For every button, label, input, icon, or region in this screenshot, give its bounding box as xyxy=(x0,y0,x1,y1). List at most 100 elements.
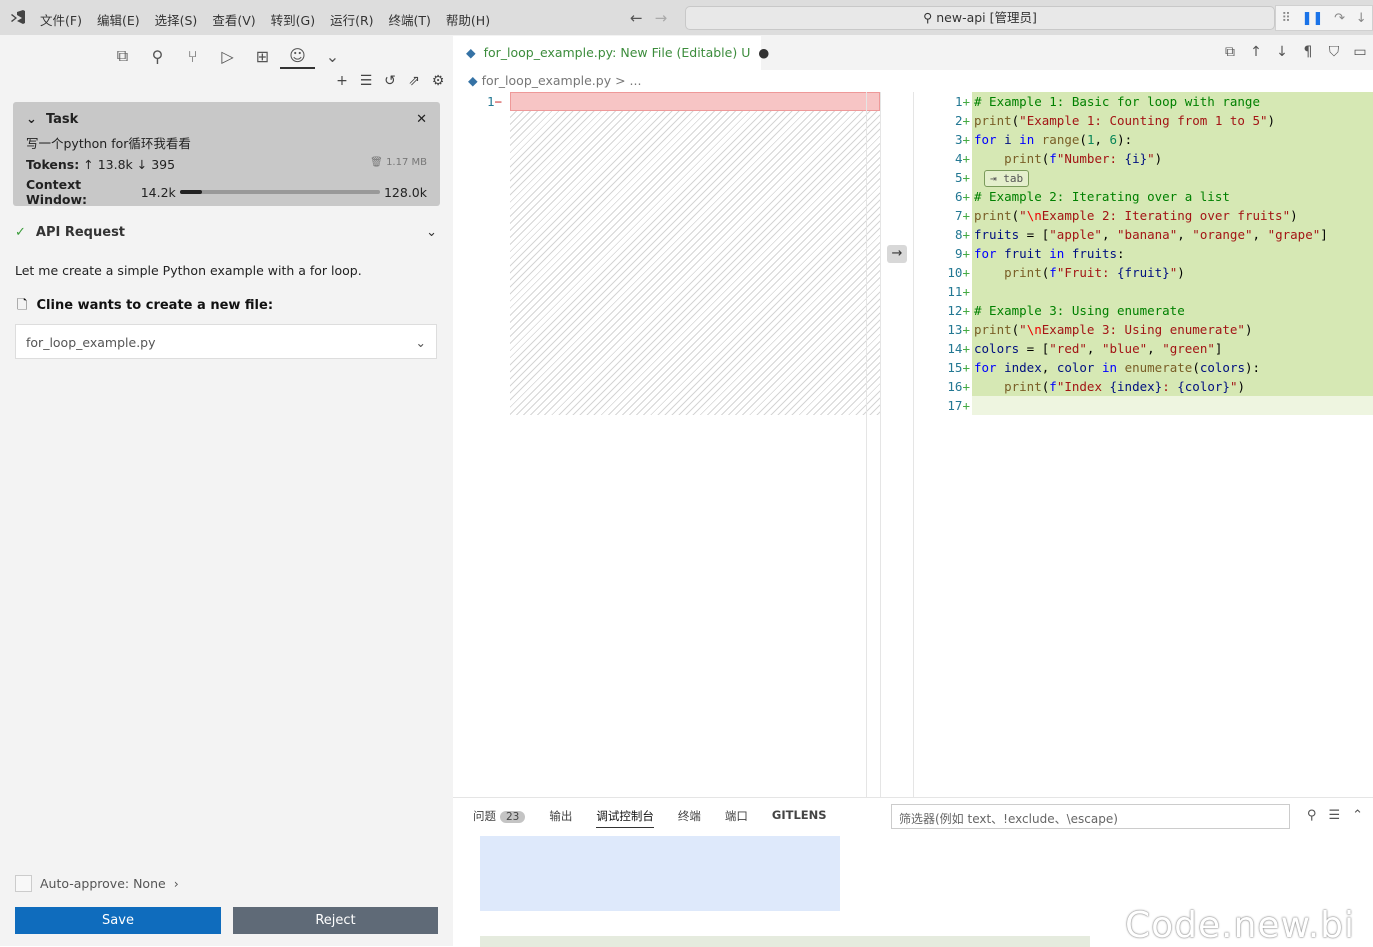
new-file-icon: 🗋 xyxy=(17,298,28,313)
split-editor-icon[interactable]: ▭ xyxy=(1352,44,1368,60)
close-icon[interactable]: ✕ xyxy=(416,112,427,127)
cline-robot-icon[interactable]: ☺ xyxy=(280,43,315,69)
tab-debug-console[interactable]: 调试控制台 xyxy=(596,808,654,828)
code-line[interactable]: 9+ for fruit in fruits: xyxy=(935,244,1373,263)
command-center-search[interactable]: ⚲ new-api [管理员] xyxy=(685,6,1275,30)
code-text: # Example 2: Iterating over a list xyxy=(972,187,1373,206)
revert-arrow-icon[interactable]: → xyxy=(887,245,907,263)
collapse-chevron-icon[interactable]: ⌄ xyxy=(26,112,37,127)
code-line[interactable]: 2+ print("Example 1: Counting from 1 to 5… xyxy=(935,111,1373,130)
code-line[interactable]: 4+ print(f"Number: {i}") xyxy=(935,149,1373,168)
code-text: for i in range(1, 6): xyxy=(972,130,1373,149)
code-line[interactable]: 10+ print(f"Fruit: {fruit}") xyxy=(935,263,1373,282)
code-line[interactable]: 11+ xyxy=(935,282,1373,301)
code-text: print("\nExample 2: Iterating over fruit… xyxy=(972,206,1373,225)
code-line[interactable]: 5+ ⇥ tab xyxy=(935,168,1373,187)
line-number: 6+ xyxy=(954,189,970,204)
line-number: 17+ xyxy=(947,398,970,413)
tab-completion-hint[interactable]: ⇥ tab xyxy=(984,170,1030,187)
code-text: print("Example 1: Counting from 1 to 5") xyxy=(972,111,1373,130)
auto-approve-row[interactable]: Auto-approve: None › xyxy=(15,875,179,892)
line-number: 9+ xyxy=(954,246,970,261)
whitespace-icon[interactable]: ¶ xyxy=(1300,44,1316,60)
code-line[interactable]: 6+ # Example 2: Iterating over a list xyxy=(935,187,1373,206)
step-into-icon[interactable]: ↓ xyxy=(1356,11,1367,26)
map-icon[interactable]: ⛉ xyxy=(1326,44,1342,60)
code-line[interactable]: 3+ for i in range(1, 6): xyxy=(935,130,1373,149)
title-bar: 文件(F) 编辑(E) 选择(S) 查看(V) 转到(G) 运行(R) 终端(T… xyxy=(0,0,1373,35)
code-line[interactable]: 7+ print("\nExample 2: Iterating over fru… xyxy=(935,206,1373,225)
explorer-icon[interactable]: ⧉ xyxy=(105,43,140,69)
tab-problems[interactable]: 问题 23 xyxy=(473,808,526,828)
code-line[interactable]: 1+ # Example 1: Basic for loop with range xyxy=(935,92,1373,111)
chevron-down-icon[interactable]: ⌄ xyxy=(426,225,437,240)
unsaved-dot-icon[interactable]: ● xyxy=(758,45,769,60)
tab-title: for_loop_example.py: New File (Editable) xyxy=(483,45,738,60)
search-icon: ⚲ xyxy=(923,10,933,25)
menu-view[interactable]: 查看(V) xyxy=(212,10,255,29)
menu-help[interactable]: 帮助(H) xyxy=(446,10,490,29)
api-request-row[interactable]: ✓ API Request ⌄ xyxy=(15,225,437,240)
menu-selection[interactable]: 选择(S) xyxy=(155,10,198,29)
assistant-message: Let me create a simple Python example wi… xyxy=(15,263,362,278)
back-arrow-icon[interactable]: ← xyxy=(630,9,643,27)
code-line[interactable]: 16+ print(f"Index {index}: {color}") xyxy=(935,377,1373,396)
context-used: 14.2k xyxy=(140,184,176,200)
reject-button[interactable]: Reject xyxy=(233,907,438,934)
chevron-down-icon[interactable]: ⌄ xyxy=(315,43,350,69)
code-text: for index, color in enumerate(colors): xyxy=(972,358,1373,377)
clear-console-icon[interactable]: ☰ xyxy=(1328,808,1340,823)
breadcrumb[interactable]: ◆ for_loop_example.py > ... xyxy=(468,73,641,88)
server-icon[interactable]: ☰ xyxy=(357,73,375,89)
code-text: print(f"Number: {i}") xyxy=(972,149,1373,168)
code-line[interactable]: 17+ xyxy=(935,396,1373,415)
editor-actions: ⧉ ↑ ↓ ¶ ⛉ ▭ xyxy=(1222,44,1368,60)
menu-file[interactable]: 文件(F) xyxy=(40,10,82,29)
plus-icon[interactable]: + xyxy=(333,73,351,89)
auto-approve-checkbox[interactable] xyxy=(15,875,32,892)
editor-tab-bar: ◆ for_loop_example.py: New File (Editabl… xyxy=(453,35,1373,70)
trash-icon[interactable]: 🗑 xyxy=(370,157,383,168)
menu-edit[interactable]: 编辑(E) xyxy=(97,10,140,29)
modified-code-editor[interactable]: 1+ # Example 1: Basic for loop with range… xyxy=(935,92,1373,415)
tab-for-loop-example[interactable]: ◆ for_loop_example.py: New File (Editabl… xyxy=(453,35,769,70)
prev-change-icon[interactable]: ↑ xyxy=(1248,44,1264,60)
search-icon[interactable]: ⚲ xyxy=(1307,808,1317,823)
forward-arrow-icon[interactable]: → xyxy=(655,9,668,27)
tab-gitlens[interactable]: GITLENS xyxy=(772,808,827,828)
history-icon[interactable]: ↺ xyxy=(381,73,399,89)
open-file-icon[interactable]: ⧉ xyxy=(1222,44,1238,60)
step-over-icon[interactable]: ↷ xyxy=(1334,11,1345,26)
code-line[interactable]: 15+ for index, color in enumerate(colors)… xyxy=(935,358,1373,377)
task-text: 写一个python for循环我看看 xyxy=(26,136,191,151)
console-filter-input[interactable]: 筛选器(例如 text、!exclude、\escape) xyxy=(891,804,1290,829)
extensions-icon[interactable]: ⊞ xyxy=(245,43,280,69)
drag-handle-icon[interactable]: ⠿ xyxy=(1281,11,1291,26)
menu-go[interactable]: 转到(G) xyxy=(271,10,315,29)
code-line[interactable]: 13+ print("\nExample 3: Using enumerate") xyxy=(935,320,1373,339)
tokens-label: Tokens: xyxy=(26,157,80,172)
blurred-content xyxy=(480,836,840,911)
run-debug-icon[interactable]: ▷ xyxy=(210,43,245,69)
line-number: 1+ xyxy=(954,94,970,109)
code-line[interactable]: 8+ fruits = ["apple", "banana", "orange",… xyxy=(935,225,1373,244)
menu-run[interactable]: 运行(R) xyxy=(330,10,373,29)
tab-output[interactable]: 输出 xyxy=(549,808,572,828)
tokens-down: 395 xyxy=(151,157,176,172)
gear-icon[interactable]: ⚙ xyxy=(429,73,447,89)
code-line[interactable]: 12+ # Example 3: Using enumerate xyxy=(935,301,1373,320)
line-number: 12+ xyxy=(947,303,970,318)
code-line[interactable]: 14+ colors = ["red", "blue", "green"] xyxy=(935,339,1373,358)
chevron-up-icon[interactable]: ⌃ xyxy=(1352,808,1363,823)
source-control-icon[interactable]: ⑂ xyxy=(175,43,210,69)
pause-icon[interactable]: ❚❚ xyxy=(1302,11,1324,26)
popout-icon[interactable]: ⇗ xyxy=(405,73,423,89)
save-button[interactable]: Save xyxy=(15,907,221,934)
menu-terminal[interactable]: 终端(T) xyxy=(389,10,431,29)
next-change-icon[interactable]: ↓ xyxy=(1274,44,1290,60)
line-number: 4+ xyxy=(954,151,970,166)
file-preview-toggle[interactable]: for_loop_example.py ⌄ xyxy=(15,324,437,359)
tab-ports[interactable]: 端口 xyxy=(725,808,748,828)
search-icon[interactable]: ⚲ xyxy=(140,43,175,69)
tab-terminal[interactable]: 终端 xyxy=(678,808,701,828)
